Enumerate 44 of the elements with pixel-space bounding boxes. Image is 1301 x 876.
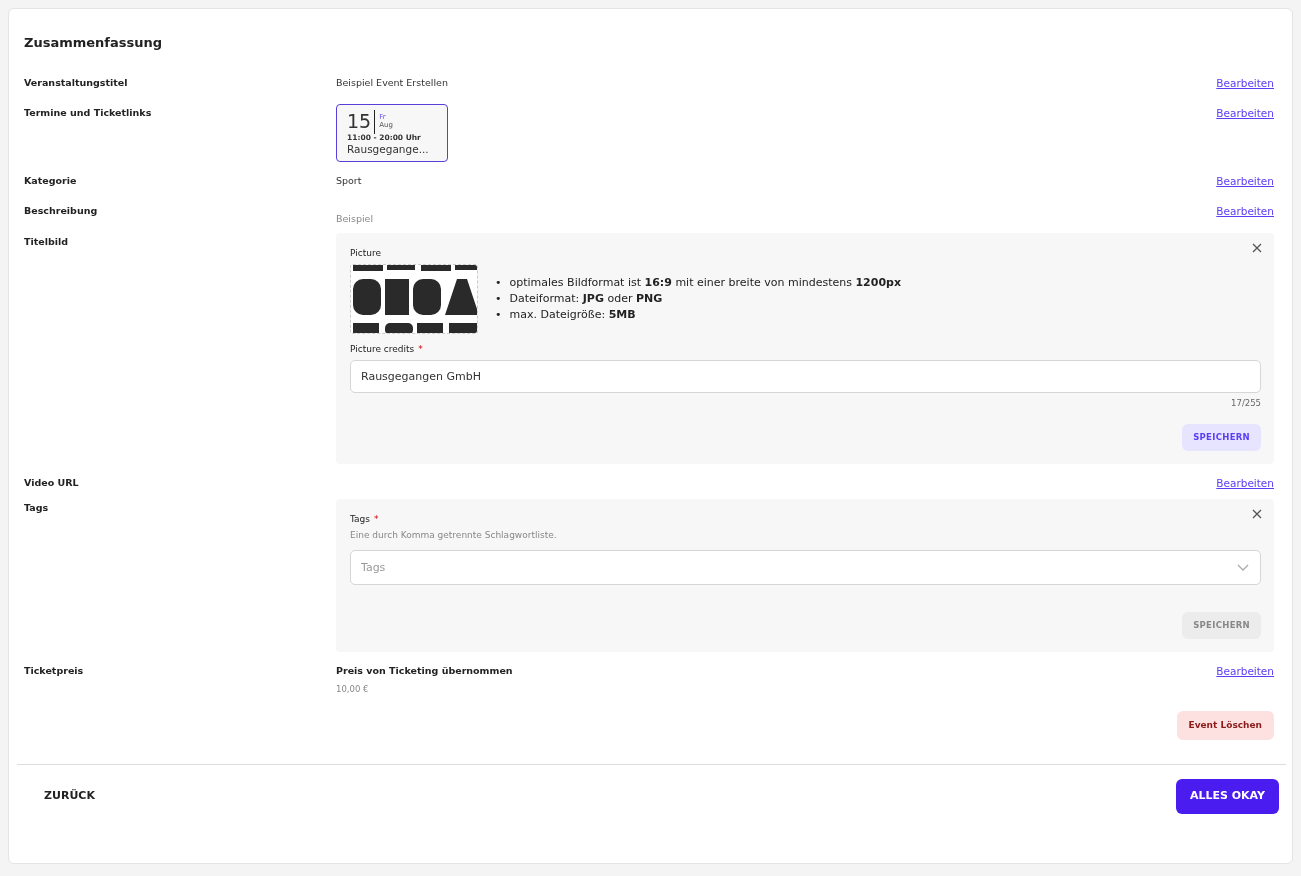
field-label: Titelbild [24,235,70,250]
field-label: Termine und Ticketlinks [24,105,153,120]
field-label: Tags [350,512,370,526]
edit-link[interactable]: Bearbeiten [1216,202,1274,221]
hint-text: max. Dateigröße: 5MB [509,306,636,323]
field-label: Tags [24,500,50,515]
list-bullet: • [495,290,502,307]
field-label: Picture [350,247,381,261]
hint-text: optimales Bildformat ist 16:9 mit einer breite von mindestens 1200px [509,274,902,291]
delete-button[interactable]: Event Löschen [1176,710,1274,741]
confirm-button[interactable]: ALLES OKAY [1175,779,1279,814]
close-icon [1252,243,1262,254]
save-button[interactable]: SPEICHERN [1182,424,1261,451]
chevron-down-icon [1237,563,1249,571]
field-value: Beispiel [336,212,374,227]
price-value: 10,00 € [336,682,370,696]
section-title: Zusammenfassung [24,34,164,52]
date-day: 15 [347,111,372,132]
edit-link[interactable]: Bearbeiten [1216,473,1274,492]
required-mark: * [373,512,379,526]
help-text: Eine durch Komma getrennte Schlagwortliste. [350,529,558,543]
hint-text: Dateiformat: JPG oder PNG [509,290,663,307]
field-label: Kategorie [24,174,78,189]
date-venue: Rausgegange... [347,143,430,156]
field-label: Veranstaltungstitel [24,75,129,90]
edit-link[interactable]: Bearbeiten [1216,103,1274,122]
credits-field[interactable]: Rausgegangen GmbH [350,360,1261,394]
tags-select[interactable]: Tags [350,549,1261,585]
list-bullet: • [495,274,502,291]
field-value: Beispiel Event Erstellen [336,76,448,88]
field-label: Beschreibung [24,204,99,219]
character-counter: 17/255 [1230,397,1261,411]
edit-link[interactable]: Bearbeiten [1216,661,1274,680]
list-bullet: • [495,306,502,323]
field-label: Video URL [24,475,80,490]
price-title: Preis von Ticketing übernommen [336,663,514,678]
edit-link[interactable]: Bearbeiten [1216,172,1274,191]
required-mark: * [418,342,423,356]
field-label: Ticketpreis [24,663,85,678]
edit-link[interactable]: Bearbeiten [1216,73,1274,92]
field-label: Picture credits [350,342,415,356]
close-icon [1252,508,1262,519]
field-value: Sport [336,175,362,187]
back-button[interactable]: ZURÜCK [38,787,101,806]
